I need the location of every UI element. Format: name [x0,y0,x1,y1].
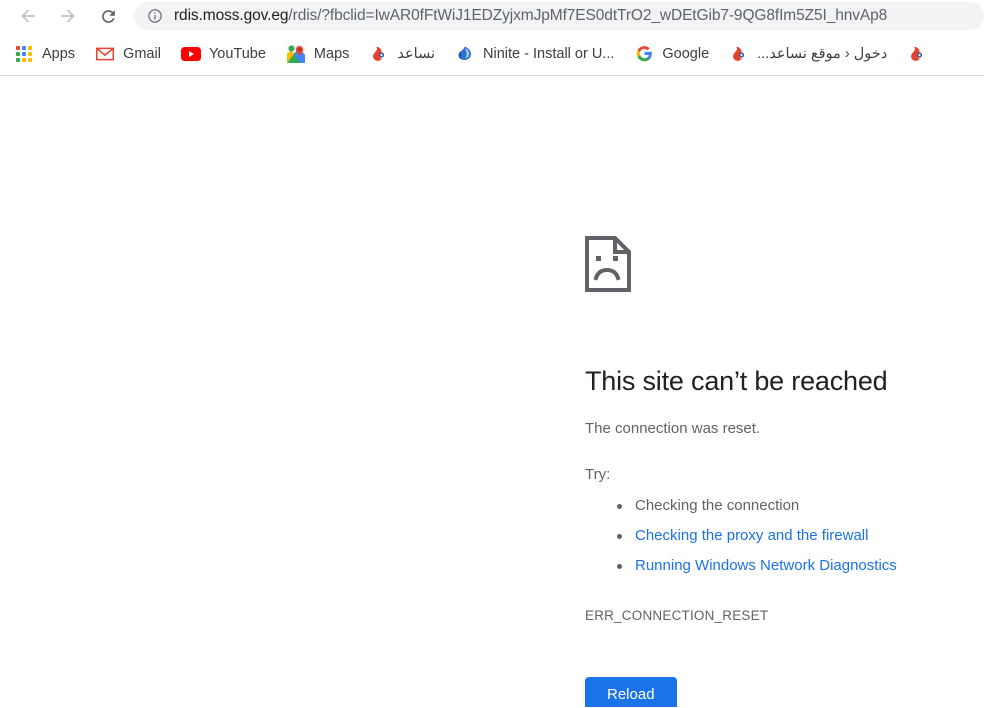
nosaed-icon [907,44,927,64]
bookmark-ninite[interactable]: Ninite - Install or U... [455,40,614,68]
bookmark-label: Google [662,45,710,62]
bookmark-label: دخول ‹ موقع نساعد... [757,45,888,62]
ninite-leaf-icon [458,46,472,60]
google-maps-icon [286,44,306,64]
bookmark-gmail[interactable]: Gmail [95,40,161,68]
list-item[interactable]: Running Windows Network Diagnostics [617,551,984,581]
reload-button[interactable] [94,2,122,30]
address-bar[interactable]: rdis.moss.gov.eg/rdis/?fbclid=IwAR0fFtWi… [134,2,984,30]
bookmark-label: Gmail [123,45,161,62]
arrow-left-icon [21,9,35,23]
bookmark-youtube[interactable]: YouTube [180,40,266,68]
url-host: rdis.moss.gov.eg [174,7,289,24]
suggestion-link[interactable]: Running Windows Network Diagnostics [635,557,897,574]
suggestion-text: Checking the connection [635,497,800,514]
page-title: This site can’t be reached [585,366,888,396]
google-icon [634,44,654,64]
reload-icon [101,9,115,23]
youtube-play-icon [180,46,201,61]
maps-pin-icon [286,44,305,63]
ninite-icon [455,44,475,64]
bookmark-label: YouTube [208,45,266,62]
error-page: This site can’t be reached The connectio… [585,236,984,707]
bookmark-label: Ninite - Install or U... [483,45,615,62]
apps-grid-icon [14,44,34,64]
sad-document-icon [585,236,984,297]
forward-button[interactable] [54,2,82,30]
bookmark-nosaed-login[interactable]: دخول ‹ موقع نساعد... [729,40,887,68]
error-code: ERR_CONNECTION_RESET [585,608,769,623]
bookmark-label: Maps [313,45,350,62]
nosaed-icon [369,44,389,64]
gmail-envelope-icon [96,47,115,60]
list-item[interactable]: Checking the proxy and the firewall [617,521,984,551]
nosaed-glyph-icon [373,46,385,61]
site-info-icon[interactable] [146,7,164,25]
bookmarks-bar: Apps Gmail YouTube Maps نساعد Ninite - I… [0,32,984,76]
error-summary: The connection was reset. [585,420,761,437]
bookmark-maps[interactable]: Maps [286,40,349,68]
bookmark-nosaed-1[interactable]: نساعد [369,40,435,68]
bookmark-label: Apps [42,45,76,62]
back-button[interactable] [14,2,42,30]
suggestion-link[interactable]: Checking the proxy and the firewall [635,527,868,544]
bookmark-nosaed-2[interactable] [907,40,927,68]
url-path: /rdis/?fbclid=IwAR0fFtWiJ1EDZyjxmJpMf7ES… [288,7,888,24]
browser-toolbar: rdis.moss.gov.eg/rdis/?fbclid=IwAR0fFtWi… [0,0,984,32]
nosaed-glyph-icon [911,46,923,61]
nosaed-glyph-icon [733,46,745,61]
bookmark-google[interactable]: Google [634,40,709,68]
try-label: Try: [585,466,611,483]
bookmark-label: نساعد [397,45,436,62]
reload-page-button[interactable]: Reload [585,677,677,707]
info-circle-icon [148,9,162,23]
page-content-area: This site can’t be reached The connectio… [0,76,984,707]
youtube-icon [180,44,201,64]
list-item: Checking the connection [617,491,984,521]
gmail-icon [95,44,115,64]
address-bar-url: rdis.moss.gov.eg/rdis/?fbclid=IwAR0fFtWi… [174,2,887,30]
bookmark-apps[interactable]: Apps [14,40,75,68]
arrow-right-icon [61,9,75,23]
suggestion-list: Checking the connection Checking the pro… [585,491,984,581]
google-g-icon [636,46,652,62]
broken-page-face-icon [585,236,631,292]
nosaed-icon [729,44,749,64]
